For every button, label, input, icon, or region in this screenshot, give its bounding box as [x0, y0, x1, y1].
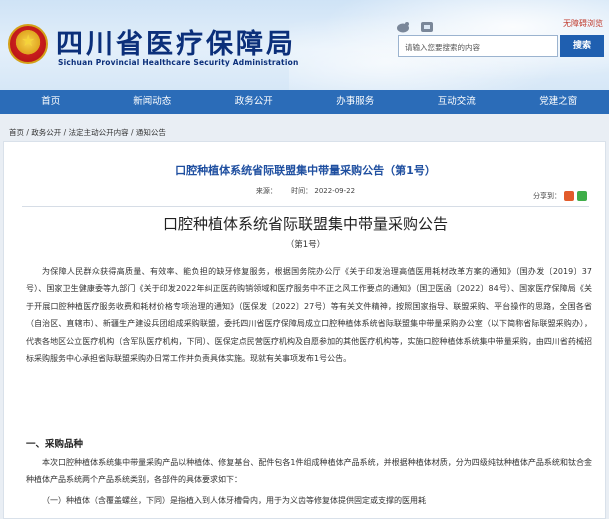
main-nav: 首页 新闻动态 政务公开 办事服务 互动交流 党建之窗 — [0, 90, 609, 114]
weibo-icon[interactable] — [396, 18, 410, 33]
nav-item-services[interactable]: 办事服务 — [305, 90, 407, 114]
divider — [22, 206, 589, 207]
section-heading-1: 一、采购品种 — [26, 439, 84, 450]
article-header-title: 口腔种植体系统省际联盟集中带量采购公告（第1号） — [175, 164, 436, 177]
share-label: 分享到： — [533, 192, 561, 200]
page-root: ★ 四川省医疗保障局 Sichuan Provincial Healthcare… — [0, 0, 609, 519]
breadcrumb[interactable]: 首页 / 政务公开 / 法定主动公开内容 / 通知公告 — [9, 127, 166, 138]
share-wechat-icon[interactable] — [577, 191, 587, 201]
site-header: ★ 四川省医疗保障局 Sichuan Provincial Healthcare… — [0, 0, 609, 90]
paragraph-intro: 为保障人民群众获得高质量、有效率、能负担的缺牙修复服务，根据国务院办公厅《关于印… — [26, 267, 592, 364]
article-date: 时间： 2022-09-22 — [291, 187, 356, 195]
article-source: 来源： — [255, 187, 277, 195]
top-icons — [396, 18, 434, 33]
share-bar: 分享到： — [533, 191, 587, 201]
site-subtitle: Sichuan Provincial Healthcare Security A… — [58, 58, 299, 67]
accessible-browsing-link[interactable]: 无障碍浏览 — [563, 18, 603, 29]
nav-item-home[interactable]: 首页 — [0, 90, 102, 114]
nav-item-gov-affairs[interactable]: 政务公开 — [203, 90, 305, 114]
search-input[interactable]: 请输入您要搜索的内容 — [398, 35, 558, 57]
wechat-icon[interactable] — [420, 18, 434, 32]
paragraph-implant-def: （一）种植体（含覆盖螺丝，下同）是指植入到人体牙槽骨内，用于为义齿等修复体提供固… — [42, 496, 426, 505]
paragraph-procurement: 本次口腔种植体系统集中带量采购产品以种植体、修复基台、配件包各1件组成种植体产品… — [26, 458, 592, 485]
site-title[interactable]: 四川省医疗保障局 — [56, 22, 296, 61]
nav-item-party[interactable]: 党建之窗 — [508, 90, 609, 114]
national-emblem-logo: ★ — [8, 24, 48, 64]
search-button[interactable]: 搜索 — [560, 35, 604, 57]
share-weibo-icon[interactable] — [564, 191, 574, 201]
article-body: 为保障人民群众获得高质量、有效率、能负担的缺牙修复服务，根据国务院办公厅《关于印… — [26, 263, 592, 367]
article-main-title: 口腔种植体系统省际联盟集中带量采购公告 — [162, 215, 448, 233]
nav-item-news[interactable]: 新闻动态 — [102, 90, 204, 114]
article-meta: 来源： 时间： 2022-09-22 — [4, 186, 607, 196]
article-card: 口腔种植体系统省际联盟集中带量采购公告（第1号） 来源： 时间： 2022-09… — [3, 141, 606, 519]
nav-item-interaction[interactable]: 互动交流 — [406, 90, 508, 114]
article-issue-number: （第1号） — [285, 240, 326, 250]
